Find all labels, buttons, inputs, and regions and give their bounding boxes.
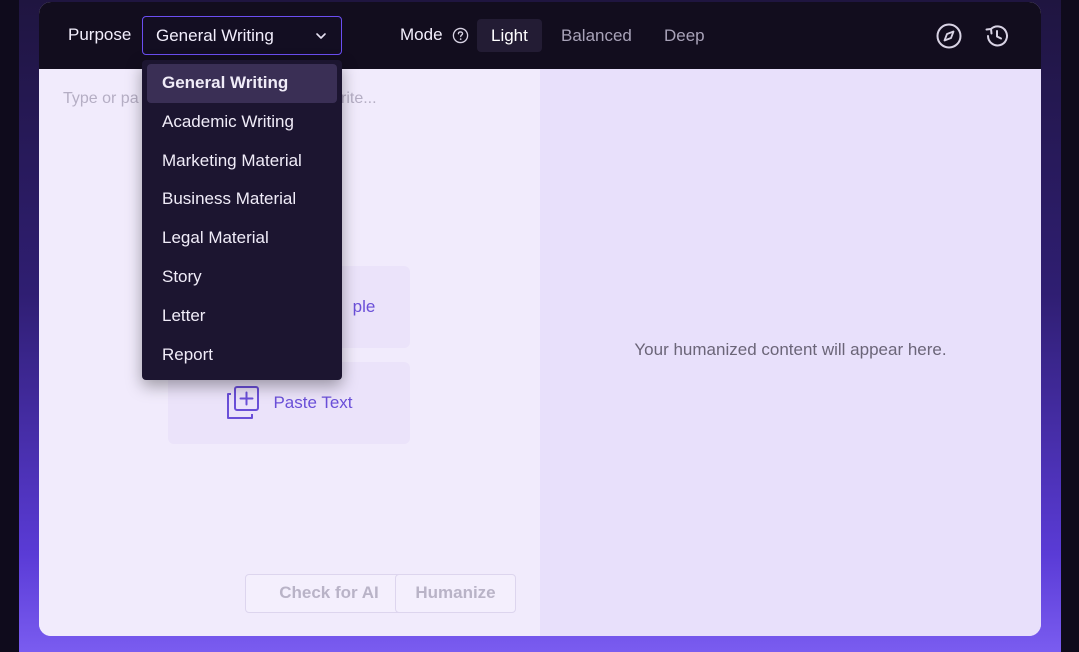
- compass-icon[interactable]: [935, 22, 963, 50]
- dropdown-option-general-writing[interactable]: General Writing: [147, 64, 337, 103]
- mode-deep[interactable]: Deep: [650, 19, 719, 52]
- output-placeholder: Your humanized content will appear here.: [634, 340, 947, 359]
- purpose-select[interactable]: General Writing: [142, 16, 342, 55]
- purpose-label: Purpose: [68, 25, 132, 44]
- dropdown-option-story[interactable]: Story: [147, 258, 337, 297]
- dropdown-option-marketing-material[interactable]: Marketing Material: [147, 142, 337, 181]
- input-placeholder-start: Type or pa: [63, 90, 139, 107]
- mode-balanced[interactable]: Balanced: [547, 19, 646, 52]
- dropdown-option-legal-material[interactable]: Legal Material: [147, 219, 337, 258]
- try-sample-label: ple: [352, 297, 376, 316]
- history-icon[interactable]: [983, 22, 1011, 50]
- dropdown-option-report[interactable]: Report: [147, 336, 337, 375]
- check-for-ai-button[interactable]: Check for AI: [245, 574, 413, 613]
- output-pane: Your humanized content will appear here.: [540, 69, 1041, 636]
- input-placeholder-end: rite...: [341, 90, 377, 107]
- paste-text-label: Paste Text: [273, 393, 353, 412]
- dropdown-option-academic-writing[interactable]: Academic Writing: [147, 103, 337, 142]
- dropdown-option-business-material[interactable]: Business Material: [147, 180, 337, 219]
- mode-light[interactable]: Light: [477, 19, 542, 52]
- mode-label: Mode: [400, 25, 443, 44]
- humanize-button[interactable]: Humanize: [395, 574, 516, 613]
- dropdown-option-letter[interactable]: Letter: [147, 297, 337, 336]
- chevron-down-icon: [316, 33, 326, 39]
- toolbar: Purpose General Writing Mode Light Balan…: [39, 2, 1041, 69]
- purpose-select-value: General Writing: [156, 25, 274, 45]
- purpose-dropdown: General Writing Academic Writing Marketi…: [142, 60, 342, 380]
- help-icon[interactable]: [452, 27, 469, 44]
- paste-icon: [227, 386, 260, 419]
